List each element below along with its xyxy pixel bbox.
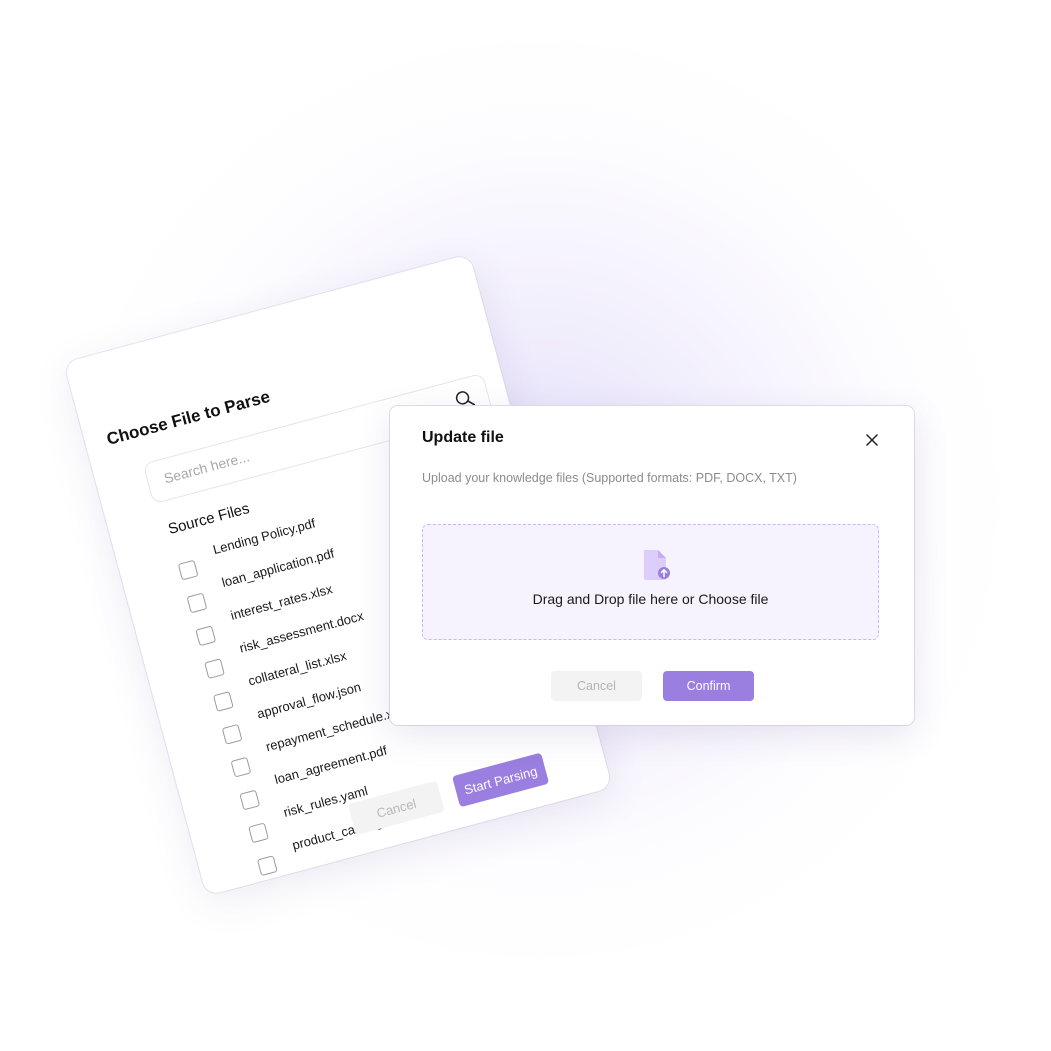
update-file-dialog: Update file Upload your knowledge files …: [390, 406, 914, 725]
update-cancel-button[interactable]: Cancel: [551, 671, 642, 701]
file-checkbox[interactable]: [230, 756, 252, 778]
upload-description: Upload your knowledge files (Supported f…: [422, 471, 797, 485]
file-dropzone[interactable]: Drag and Drop file here or Choose file: [422, 524, 879, 640]
file-checkbox[interactable]: [177, 559, 199, 581]
close-icon[interactable]: [862, 430, 882, 450]
file-checkbox[interactable]: [186, 592, 208, 614]
update-dialog-title: Update file: [422, 429, 504, 446]
file-checkbox[interactable]: [256, 855, 278, 877]
dropzone-text: Drag and Drop file here or Choose file: [532, 591, 769, 607]
close-button[interactable]: [862, 430, 882, 450]
source-files-heading: Source Files: [166, 500, 252, 539]
file-checkbox[interactable]: [195, 625, 217, 647]
file-checkbox[interactable]: [221, 723, 243, 745]
confirm-button[interactable]: Confirm: [663, 671, 754, 701]
file-checkbox[interactable]: [204, 658, 225, 680]
file-checkbox[interactable]: [239, 789, 261, 811]
file-checkbox[interactable]: [248, 822, 269, 844]
file-checkbox[interactable]: [212, 691, 234, 712]
file-upload-icon: [644, 550, 670, 580]
